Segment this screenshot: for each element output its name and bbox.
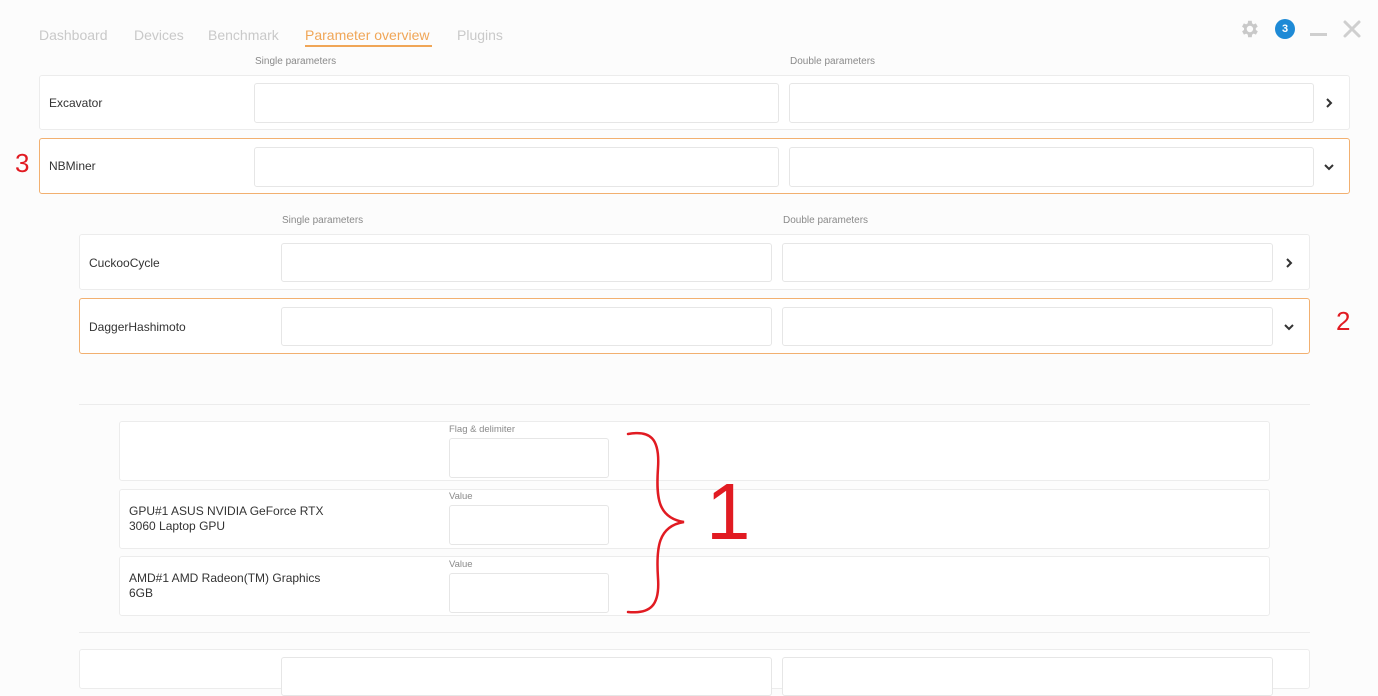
algorithm-name: DaggerHashimoto: [89, 320, 186, 334]
annotation-3: 3: [15, 148, 30, 178]
tab-dashboard[interactable]: Dashboard: [39, 27, 108, 43]
device-name: GPU#1 ASUS NVIDIA GeForce RTX 3060 Lapto…: [129, 504, 324, 534]
chevron-right-icon[interactable]: [1323, 97, 1335, 109]
minimize-icon[interactable]: [1310, 33, 1327, 36]
single-parameters-header: Single parameters: [282, 215, 364, 226]
annotation-1: 1: [706, 467, 751, 556]
double-parameters-input[interactable]: [782, 657, 1273, 696]
device-name-line1: GPU#1 ASUS NVIDIA GeForce RTX: [129, 504, 324, 518]
plugin-name: NBMiner: [49, 159, 96, 173]
plugin-row-nbminer[interactable]: NBMiner: [39, 138, 1350, 194]
single-parameters-header: Single parameters: [255, 56, 337, 67]
algorithm-row-cuckoocycle[interactable]: CuckooCycle: [79, 234, 1310, 290]
chevron-right-icon[interactable]: [1283, 257, 1295, 269]
gear-icon[interactable]: [1238, 18, 1260, 40]
flag-delimiter-label: Flag & delimiter: [449, 424, 515, 435]
device-value-input[interactable]: [449, 505, 609, 545]
single-parameters-input[interactable]: [281, 657, 772, 696]
single-parameters-input[interactable]: [254, 147, 779, 187]
tab-plugins[interactable]: Plugins: [457, 27, 503, 43]
flag-delimiter-input[interactable]: [449, 438, 609, 478]
algorithm-name: CuckooCycle: [89, 256, 160, 270]
double-parameters-header: Double parameters: [783, 215, 869, 226]
close-icon[interactable]: [1342, 19, 1362, 39]
device-row-gpu1: GPU#1 ASUS NVIDIA GeForce RTX 3060 Lapto…: [119, 489, 1270, 549]
plugin-row-excavator[interactable]: Excavator: [39, 75, 1350, 130]
device-name: AMD#1 AMD Radeon(TM) Graphics 6GB: [129, 571, 320, 601]
device-name-line1: AMD#1 AMD Radeon(TM) Graphics: [129, 571, 321, 585]
algorithm-row-partial[interactable]: [79, 649, 1310, 696]
annotation-2: 2: [1336, 306, 1351, 336]
tab-benchmark[interactable]: Benchmark: [208, 27, 279, 43]
chevron-down-icon[interactable]: [1323, 161, 1335, 173]
value-label: Value: [449, 491, 473, 502]
double-parameters-input[interactable]: [789, 147, 1314, 187]
single-parameters-input[interactable]: [254, 83, 779, 123]
algorithm-row-daggerhashimoto[interactable]: DaggerHashimoto: [79, 298, 1310, 354]
flag-delimiter-row: Flag & delimiter: [119, 421, 1270, 481]
active-tab-underline: [305, 45, 432, 47]
notification-badge[interactable]: 3: [1275, 19, 1295, 39]
double-parameters-header: Double parameters: [790, 56, 876, 67]
device-row-amd1: AMD#1 AMD Radeon(TM) Graphics 6GB Value: [119, 556, 1270, 616]
section-divider: [79, 632, 1310, 633]
double-parameters-input[interactable]: [789, 83, 1314, 123]
tab-devices[interactable]: Devices: [134, 27, 184, 43]
single-parameters-input[interactable]: [281, 307, 772, 346]
single-parameters-input[interactable]: [281, 243, 772, 282]
plugin-name: Excavator: [49, 96, 103, 110]
double-parameters-input[interactable]: [782, 243, 1273, 282]
device-name-line2: 6GB: [129, 586, 154, 600]
double-parameters-input[interactable]: [782, 307, 1273, 346]
value-label: Value: [449, 559, 473, 570]
section-divider: [79, 404, 1310, 405]
tab-parameter-overview[interactable]: Parameter overview: [305, 27, 430, 43]
annotation-brace: [626, 431, 685, 614]
device-value-input[interactable]: [449, 573, 609, 613]
device-name-line2: 3060 Laptop GPU: [129, 519, 226, 533]
chevron-down-icon[interactable]: [1283, 321, 1295, 333]
